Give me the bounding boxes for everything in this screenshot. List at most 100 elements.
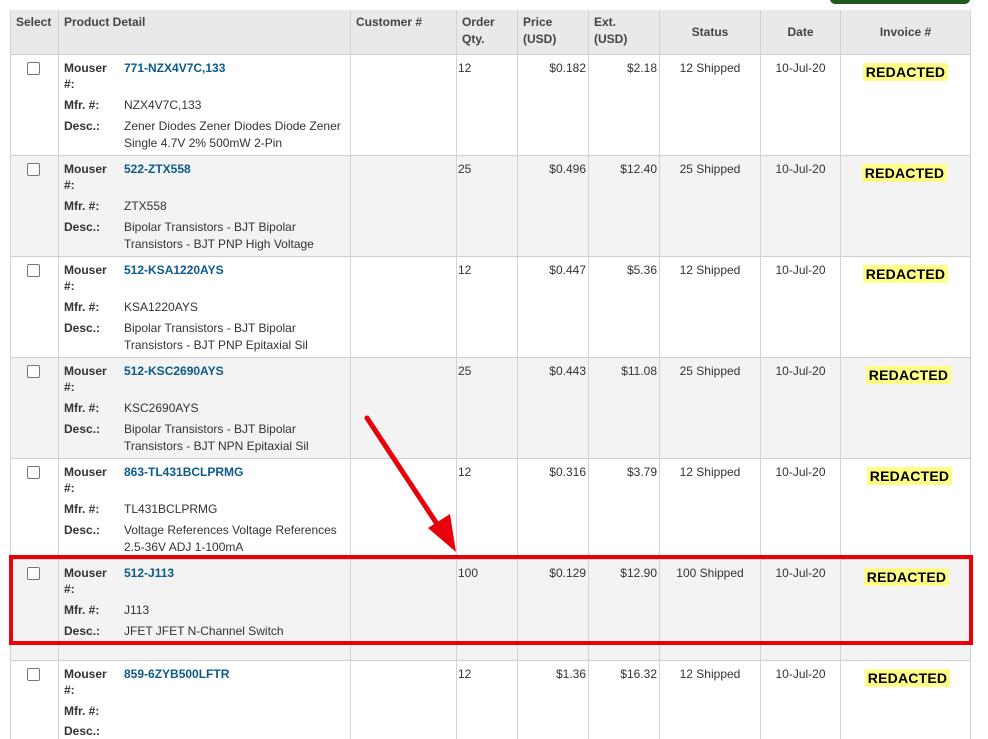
- order-qty: 12: [457, 661, 517, 681]
- mfr-label: Mfr. #:: [64, 97, 124, 114]
- col-header-ext[interactable]: Ext. (USD): [589, 10, 660, 55]
- invoice-redacted-badge: REDACTED: [867, 467, 952, 485]
- status-cell: 12 Shipped: [660, 257, 761, 358]
- mouser-part-link[interactable]: 512-J113: [124, 565, 350, 597]
- mouser-part-link[interactable]: 512-KSA1220AYS: [124, 262, 350, 294]
- ship-status: 12 Shipped: [660, 459, 760, 479]
- table-row: Mouser #: 512-KSC2690AYS Mfr. #: KSC2690…: [11, 358, 971, 459]
- product-detail-cell: Mouser #: 522-ZTX558 Mfr. #: ZTX558 Desc…: [59, 156, 351, 257]
- mouser-part-link[interactable]: 859-6ZYB500LFTR: [124, 666, 350, 698]
- status-cell: 25 Shipped: [660, 156, 761, 257]
- row-select-checkbox[interactable]: [27, 567, 40, 580]
- col-header-product-detail[interactable]: Product Detail: [59, 10, 351, 55]
- mfr-label: Mfr. #:: [64, 703, 124, 719]
- select-cell: [11, 55, 59, 156]
- order-qty: 12: [457, 459, 517, 479]
- mouser-label: Mouser #:: [64, 161, 124, 193]
- date-cell: 10-Jul-20: [761, 661, 841, 739]
- row-select-checkbox[interactable]: [27, 466, 40, 479]
- price-cell: $0.129: [518, 560, 589, 661]
- price-cell: $1.36: [518, 661, 589, 739]
- row-select-checkbox[interactable]: [27, 163, 40, 176]
- mouser-part-link[interactable]: 863-TL431BCLPRMG: [124, 464, 350, 496]
- mouser-part-link[interactable]: 522-ZTX558: [124, 161, 350, 193]
- invoice-cell: REDACTED: [841, 55, 971, 156]
- ext-cell: $5.36: [589, 257, 660, 358]
- row-select-checkbox[interactable]: [27, 264, 40, 277]
- row-select-checkbox[interactable]: [27, 62, 40, 75]
- col-header-order-qty[interactable]: Order Qty.: [457, 10, 518, 55]
- order-qty: 25: [457, 358, 517, 378]
- customer-cell: [351, 156, 457, 257]
- product-description: JFET JFET N-Channel Switch: [124, 623, 350, 640]
- col-header-customer[interactable]: Customer #: [351, 10, 457, 55]
- qty-cell: 25: [457, 358, 518, 459]
- mfr-part-number: [124, 703, 350, 719]
- extended-price: $11.08: [589, 358, 659, 378]
- extended-price: $16.32: [589, 661, 659, 681]
- select-cell: [11, 459, 59, 560]
- unit-price: $0.129: [518, 560, 588, 580]
- row-select-checkbox[interactable]: [27, 668, 40, 681]
- mfr-part-number: KSA1220AYS: [124, 299, 350, 316]
- ship-status: 12 Shipped: [660, 661, 760, 681]
- ext-cell: $11.08: [589, 358, 660, 459]
- mouser-part-link[interactable]: 771-NZX4V7C,133: [124, 60, 350, 92]
- mfr-part-number: ZTX558: [124, 198, 350, 215]
- col-header-invoice[interactable]: Invoice #: [841, 10, 971, 55]
- table-header-row: Select Product Detail Customer # Order Q…: [11, 10, 971, 55]
- product-detail-cell: Mouser #: 863-TL431BCLPRMG Mfr. #: TL431…: [59, 459, 351, 560]
- date-cell: 10-Jul-20: [761, 358, 841, 459]
- select-cell: [11, 560, 59, 661]
- unit-price: $0.182: [518, 55, 588, 75]
- top-action-button[interactable]: [830, 0, 970, 4]
- mfr-label: Mfr. #:: [64, 198, 124, 215]
- price-cell: $0.447: [518, 257, 589, 358]
- ship-status: 100 Shipped: [660, 560, 760, 580]
- invoice-cell: REDACTED: [841, 257, 971, 358]
- order-history-table: Select Product Detail Customer # Order Q…: [10, 10, 971, 739]
- mfr-part-number: NZX4V7C,133: [124, 97, 350, 114]
- mouser-part-link[interactable]: 512-KSC2690AYS: [124, 363, 350, 395]
- status-cell: 12 Shipped: [660, 459, 761, 560]
- row-select-checkbox[interactable]: [27, 365, 40, 378]
- price-cell: $0.496: [518, 156, 589, 257]
- customer-cell: [351, 459, 457, 560]
- product-description: Bipolar Transistors - BJT Bipolar Transi…: [124, 219, 350, 253]
- table-row: Mouser #: 522-ZTX558 Mfr. #: ZTX558 Desc…: [11, 156, 971, 257]
- order-date: 10-Jul-20: [761, 156, 840, 176]
- product-detail-cell: Mouser #: 512-KSC2690AYS Mfr. #: KSC2690…: [59, 358, 351, 459]
- date-cell: 10-Jul-20: [761, 156, 841, 257]
- col-header-select[interactable]: Select: [11, 10, 59, 55]
- invoice-redacted-badge: REDACTED: [863, 265, 948, 283]
- invoice-cell: REDACTED: [841, 358, 971, 459]
- col-header-price[interactable]: Price (USD): [518, 10, 589, 55]
- qty-cell: 12: [457, 257, 518, 358]
- col-header-date[interactable]: Date: [761, 10, 841, 55]
- select-cell: [11, 358, 59, 459]
- extended-price: $12.40: [589, 156, 659, 176]
- product-description: Zener Diodes Zener Diodes Diode Zener Si…: [124, 118, 350, 152]
- qty-cell: 12: [457, 55, 518, 156]
- unit-price: $1.36: [518, 661, 588, 681]
- product-detail-cell: Mouser #: 859-6ZYB500LFTR Mfr. #: Desc.:: [59, 661, 351, 739]
- invoice-redacted-badge: REDACTED: [866, 366, 951, 384]
- table-row: Mouser #: 859-6ZYB500LFTR Mfr. #: Desc.:…: [11, 661, 971, 739]
- price-cell: $0.443: [518, 358, 589, 459]
- order-qty: 12: [457, 257, 517, 277]
- date-cell: 10-Jul-20: [761, 560, 841, 661]
- desc-label: Desc.:: [64, 623, 124, 640]
- unit-price: $0.443: [518, 358, 588, 378]
- product-detail-cell: Mouser #: 771-NZX4V7C,133 Mfr. #: NZX4V7…: [59, 55, 351, 156]
- product-detail-cell: Mouser #: 512-J113 Mfr. #: J113 Desc.: J…: [59, 560, 351, 661]
- date-cell: 10-Jul-20: [761, 257, 841, 358]
- ship-status: 25 Shipped: [660, 156, 760, 176]
- status-cell: 25 Shipped: [660, 358, 761, 459]
- desc-label: Desc.:: [64, 219, 124, 253]
- mouser-label: Mouser #:: [64, 666, 124, 698]
- price-cell: $0.182: [518, 55, 589, 156]
- col-header-status[interactable]: Status: [660, 10, 761, 55]
- order-qty: 100: [457, 560, 517, 580]
- ext-cell: $2.18: [589, 55, 660, 156]
- mouser-label: Mouser #:: [64, 262, 124, 294]
